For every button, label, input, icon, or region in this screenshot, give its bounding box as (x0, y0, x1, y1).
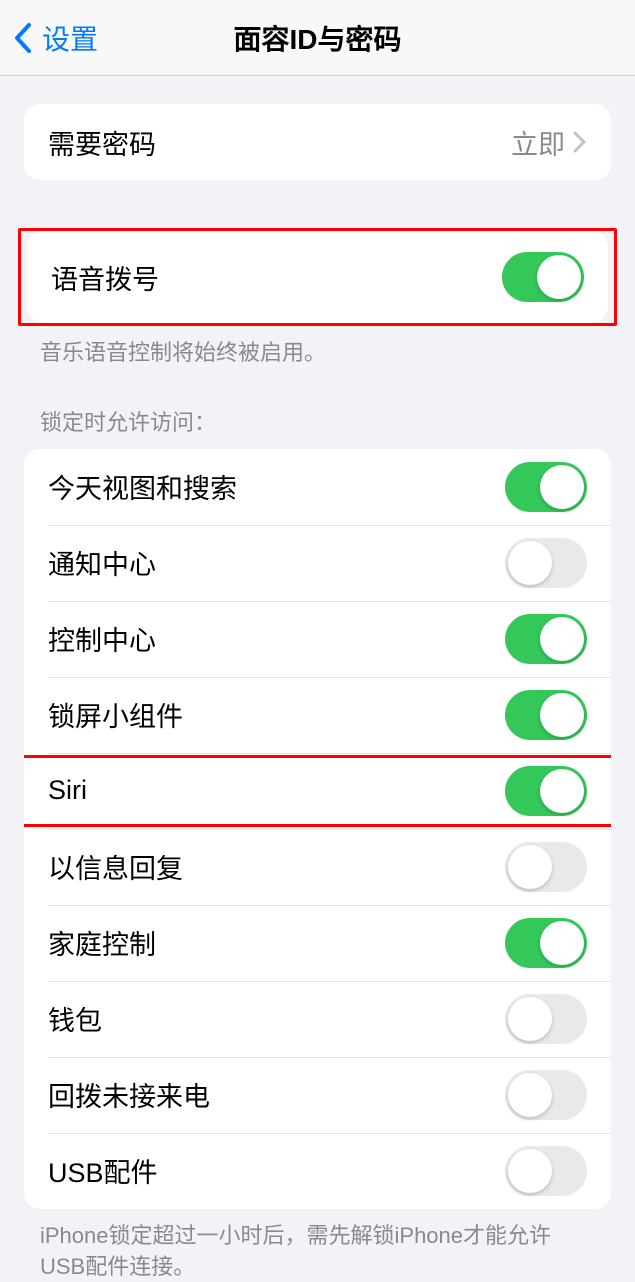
lock-access-row: USB配件 (24, 1133, 611, 1209)
lock-access-label: 以信息回复 (48, 847, 183, 886)
lock-access-label: 今天视图和搜索 (48, 467, 237, 506)
lock-access-row: 钱包 (24, 981, 611, 1057)
lock-access-label: 家庭控制 (48, 923, 156, 962)
page-title: 面容ID与密码 (233, 18, 401, 58)
voice-dial-row: 语音拨号 (27, 231, 608, 323)
lock-access-toggle[interactable] (505, 614, 587, 664)
chevron-left-icon (14, 23, 32, 53)
lock-access-toggle[interactable] (505, 1146, 587, 1196)
lock-access-label: 回拨未接来电 (48, 1075, 210, 1114)
lock-access-toggle[interactable] (505, 538, 587, 588)
lock-access-row: 锁屏小组件 (24, 677, 611, 753)
lock-access-toggle[interactable] (505, 690, 587, 740)
voice-dial-group: 语音拨号 (27, 231, 608, 323)
lock-access-toggle[interactable] (505, 994, 587, 1044)
lock-access-label: 钱包 (48, 999, 102, 1038)
lock-access-toggle[interactable] (505, 918, 587, 968)
require-passcode-row[interactable]: 需要密码 立即 (24, 104, 611, 180)
lock-access-toggle[interactable] (505, 766, 587, 816)
chevron-right-icon (573, 131, 587, 153)
lock-access-label: Siri (48, 775, 87, 806)
voice-dial-label: 语音拨号 (51, 258, 159, 297)
lock-access-row: 家庭控制 (24, 905, 611, 981)
back-label: 设置 (42, 18, 98, 58)
lock-access-footer: iPhone锁定超过一小时后，需先解锁iPhone才能允许USB配件连接。 (0, 1209, 635, 1282)
voice-dial-footer: 音乐语音控制将始终被启用。 (0, 326, 635, 369)
lock-access-toggle[interactable] (505, 1070, 587, 1120)
lock-access-label: 通知中心 (48, 543, 156, 582)
voice-dial-toggle[interactable] (502, 252, 584, 302)
back-button[interactable]: 设置 (0, 18, 98, 58)
lock-access-row: Siri (24, 753, 611, 829)
lock-access-toggle[interactable] (505, 462, 587, 512)
require-passcode-label: 需要密码 (48, 123, 156, 162)
lock-access-toggle[interactable] (505, 842, 587, 892)
lock-access-label: 控制中心 (48, 619, 156, 658)
lock-access-group: 今天视图和搜索通知中心控制中心锁屏小组件 Siri 以信息回复家庭控制钱包回拨未接来… (24, 449, 611, 1209)
lock-access-row: 控制中心 (24, 601, 611, 677)
require-passcode-value: 立即 (511, 123, 565, 162)
highlight-voice-dial: 语音拨号 (18, 228, 617, 326)
lock-access-label: USB配件 (48, 1151, 158, 1190)
lock-access-row: 回拨未接来电 (24, 1057, 611, 1133)
lock-access-label: 锁屏小组件 (48, 695, 183, 734)
lock-access-header: 锁定时允许访问： (0, 369, 635, 449)
require-passcode-group: 需要密码 立即 (24, 104, 611, 180)
lock-access-row: 通知中心 (24, 525, 611, 601)
lock-access-row: 以信息回复 (24, 829, 611, 905)
lock-access-row: 今天视图和搜索 (24, 449, 611, 525)
navigation-bar: 设置 面容ID与密码 (0, 0, 635, 76)
